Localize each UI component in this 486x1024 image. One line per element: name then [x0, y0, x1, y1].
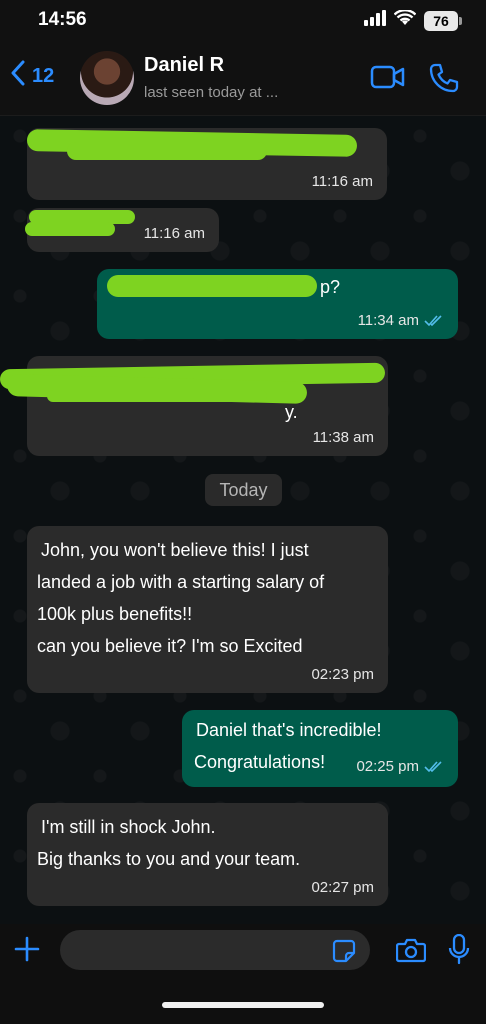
battery-icon: 76 — [424, 10, 462, 31]
chevron-left-icon — [10, 60, 26, 92]
signal-icon — [364, 10, 386, 31]
wifi-icon — [393, 9, 417, 31]
message-input[interactable] — [60, 930, 370, 970]
microphone-button[interactable] — [448, 933, 470, 971]
camera-icon — [395, 938, 427, 963]
home-indicator[interactable] — [162, 1002, 324, 1008]
message-bubble-incoming[interactable]: I'm still in shock John. Big thanks to y… — [27, 803, 388, 906]
video-call-button[interactable] — [370, 64, 406, 95]
message-text-line: I'm still in shock John. — [41, 817, 216, 837]
contact-last-seen: last seen today at ... — [144, 84, 279, 101]
message-text-line: John, you won't believe this! I just — [41, 540, 309, 560]
redaction-scribble — [67, 142, 267, 160]
camera-button[interactable] — [395, 937, 427, 968]
plus-icon — [14, 936, 40, 962]
status-icons: 76 — [364, 9, 462, 31]
composer-bar — [0, 924, 486, 1024]
message-fragment: y. — [285, 402, 298, 422]
message-bubble-incoming[interactable]: y. 11:38 am — [0, 356, 388, 456]
message-timestamp: 02:23 pm — [311, 666, 374, 683]
contact-name[interactable]: Daniel R — [144, 54, 224, 77]
back-button[interactable]: 12 — [10, 60, 54, 92]
chat-header: 12 Daniel R last seen today at ... — [0, 40, 486, 116]
redaction-scribble — [267, 277, 315, 295]
message-timestamp: 11:16 am — [311, 173, 373, 190]
message-meta: 02:25 pm — [356, 759, 444, 775]
phone-icon — [429, 63, 459, 93]
message-timestamp: 02:27 pm — [311, 879, 374, 896]
message-text-line: can you believe it? I'm so Excited — [37, 636, 303, 656]
avatar[interactable] — [80, 51, 134, 105]
message-text-line: 100k plus benefits!! — [37, 604, 193, 624]
message-bubble-incoming[interactable]: 11:16 am — [25, 208, 219, 252]
chat-messages[interactable]: 11:16 am 11:16 am p? 11:34 am y. 11:38 a… — [0, 116, 486, 924]
redaction-scribble — [47, 390, 267, 402]
message-timestamp: 02:25 pm — [356, 758, 419, 775]
double-check-icon — [424, 315, 442, 327]
sticker-button[interactable] — [332, 939, 356, 968]
redaction-scribble — [25, 222, 115, 236]
double-check-icon — [424, 761, 442, 773]
message-bubble-outgoing[interactable]: Daniel that's incredible! Congratulation… — [182, 710, 458, 787]
message-bubble-incoming[interactable]: John, you won't believe this! I just lan… — [27, 526, 388, 693]
message-bubble-incoming[interactable]: 11:16 am — [26, 128, 387, 200]
sticker-icon — [332, 939, 356, 963]
message-bubble-outgoing[interactable]: p? 11:34 am — [97, 269, 458, 339]
message-timestamp: 11:34 am — [357, 312, 419, 329]
microphone-icon — [448, 933, 470, 965]
status-time: 14:56 — [38, 9, 87, 30]
message-fragment: p? — [320, 277, 341, 297]
message-text-line: Daniel that's incredible! — [196, 720, 382, 740]
message-timestamp: 11:38 am — [312, 429, 374, 446]
unread-count: 12 — [32, 64, 55, 87]
message-meta: 11:34 am — [358, 313, 444, 329]
message-text-line: Big thanks to you and your team. — [37, 849, 301, 869]
voice-call-button[interactable] — [428, 62, 460, 99]
date-separator: Today — [205, 474, 282, 506]
status-bar: 14:56 76 — [0, 0, 486, 40]
attach-button[interactable] — [14, 936, 40, 967]
message-timestamp: 11:16 am — [143, 225, 205, 242]
video-camera-icon — [370, 65, 405, 89]
message-text-line: landed a job with a starting salary of — [37, 572, 325, 592]
